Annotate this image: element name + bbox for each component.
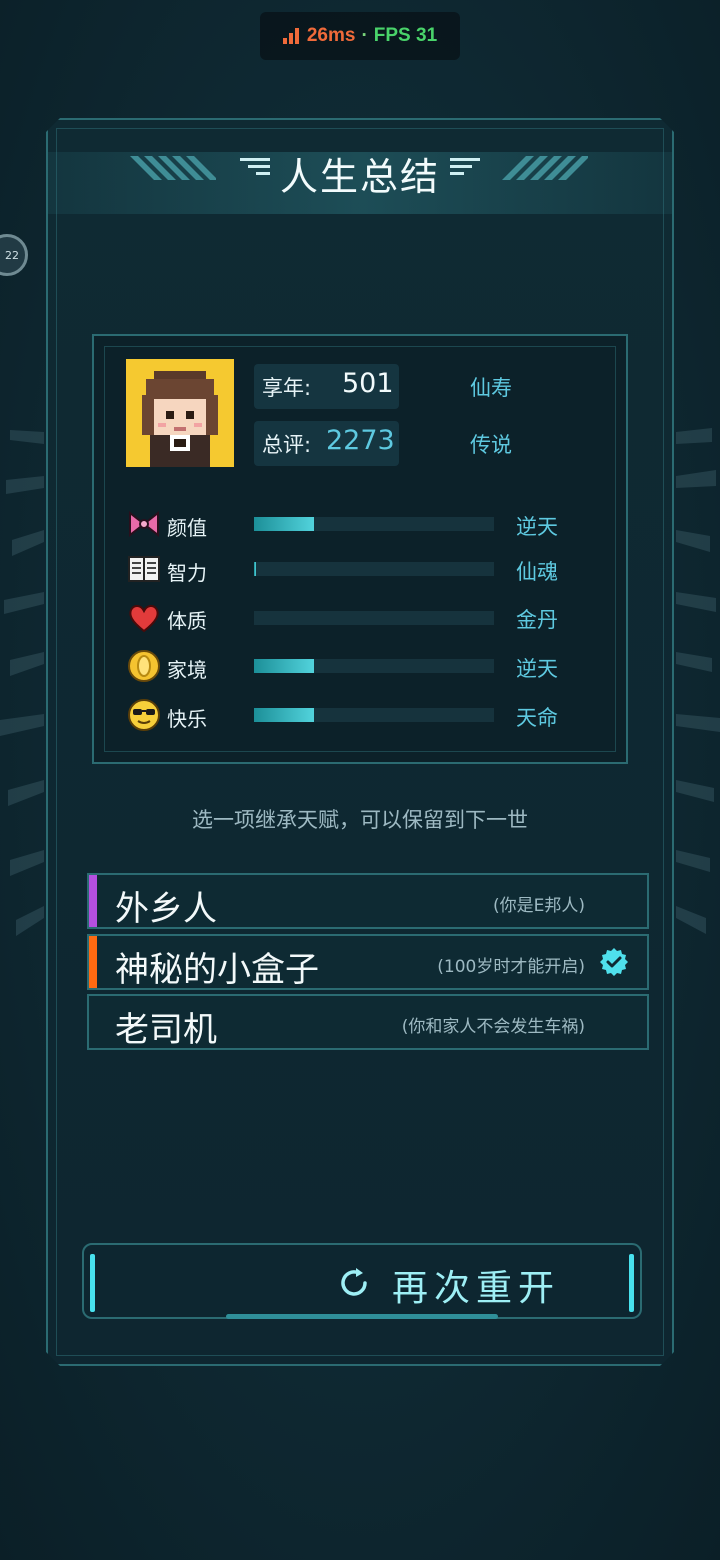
- talent-name: 老司机: [115, 1010, 217, 1050]
- talent-desc: (你和家人不会发生车祸): [401, 1017, 585, 1037]
- side-badge-text: 22: [5, 248, 19, 262]
- signal-bars-icon: [282, 28, 301, 44]
- attr-bar-family: [254, 659, 494, 673]
- attr-bar-fill: [254, 562, 257, 576]
- attr-grade-looks: 逆天: [516, 515, 558, 539]
- score-label: 总评:: [262, 433, 312, 457]
- restart-underline: [226, 1314, 498, 1319]
- attr-grade-intelligence: 仙魂: [516, 560, 558, 584]
- attr-label-family: 家境: [167, 658, 207, 682]
- attr-bar-happiness: [254, 708, 494, 722]
- separator: ·: [361, 25, 368, 46]
- sunglasses-emoji-icon: [128, 699, 160, 731]
- talent-option[interactable]: 老司机 (你和家人不会发生车祸): [87, 994, 649, 1050]
- talent-name: 神秘的小盒子: [115, 950, 319, 990]
- page-title: 人生总结: [279, 155, 440, 199]
- inherit-hint: 选一项继承天赋，可以保留到下一世: [192, 808, 528, 832]
- talent-accent-bar: [89, 936, 97, 988]
- talent-desc: (100岁时才能开启): [437, 957, 585, 977]
- attr-bar-looks: [254, 517, 494, 531]
- attr-grade-happiness: 天命: [516, 706, 558, 730]
- attr-grade-physique: 金丹: [516, 608, 558, 632]
- attr-label-happiness: 快乐: [167, 707, 207, 731]
- restart-label: 再次重开: [392, 1268, 561, 1309]
- button-cap-right: [629, 1254, 634, 1312]
- bow-icon: [129, 510, 159, 538]
- attr-label-intelligence: 智力: [167, 561, 207, 585]
- attr-bar-fill: [254, 517, 314, 531]
- talent-name: 外乡人: [115, 889, 217, 929]
- attr-label-physique: 体质: [167, 609, 207, 633]
- attr-bar-fill: [254, 708, 314, 722]
- pixel-character-icon: [142, 371, 218, 467]
- talent-accent-bar: [89, 875, 97, 927]
- heart-icon: [129, 605, 159, 633]
- attr-label-looks: 颜值: [167, 516, 207, 540]
- attr-bar-intelligence: [254, 562, 494, 576]
- score-value: 2273: [326, 425, 395, 456]
- floating-side-badge[interactable]: 22: [0, 234, 28, 276]
- attr-bar-physique: [254, 611, 494, 625]
- avatar: [126, 359, 234, 467]
- coin-icon: [128, 650, 160, 682]
- latency-readout: 26ms: [306, 25, 356, 46]
- age-grade: 仙寿: [470, 376, 512, 400]
- attr-grade-family: 逆天: [516, 657, 558, 681]
- performance-overlay: 26ms · FPS 31: [260, 12, 460, 60]
- restart-button[interactable]: 再次重开: [82, 1243, 642, 1319]
- book-icon: [128, 556, 160, 582]
- check-badge-icon: [600, 948, 628, 976]
- age-label: 享年:: [262, 376, 312, 400]
- talent-option-selected[interactable]: 神秘的小盒子 (100岁时才能开启): [87, 934, 649, 990]
- refresh-icon: [341, 1268, 367, 1296]
- attr-bar-fill: [254, 659, 314, 673]
- fps-readout: FPS 31: [373, 25, 438, 46]
- talent-option[interactable]: 外乡人 (你是E邦人): [87, 873, 649, 929]
- button-cap-left: [90, 1254, 95, 1312]
- age-value: 501: [342, 368, 394, 399]
- talent-desc: (你是E邦人): [492, 896, 585, 916]
- score-grade: 传说: [470, 433, 512, 457]
